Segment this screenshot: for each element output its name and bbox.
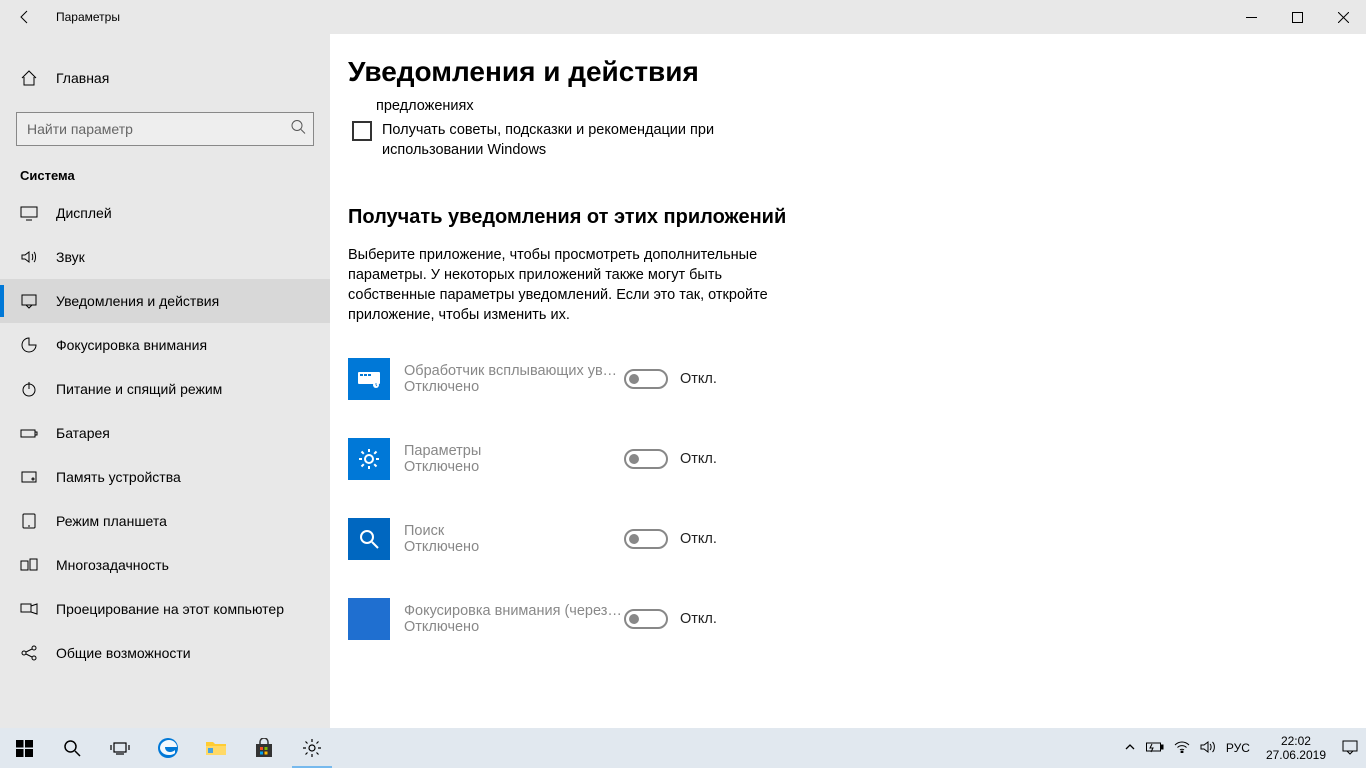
- app-row-popup-handler[interactable]: Обработчик всплывающих увед… Отключено О…: [348, 351, 1366, 407]
- page-title: Уведомления и действия: [348, 56, 1366, 88]
- sidebar-item-label: Многозадачность: [56, 557, 169, 573]
- sound-icon: [20, 248, 38, 266]
- app-name: Поиск: [404, 523, 624, 539]
- app-state: Отключено: [404, 539, 624, 555]
- project-icon: [20, 600, 38, 618]
- app-name: Фокусировка внимания (через…: [404, 603, 624, 619]
- home-label: Главная: [56, 70, 109, 86]
- focus-icon: [20, 336, 38, 354]
- sidebar-item-label: Питание и спящий режим: [56, 381, 222, 397]
- content-pane: Уведомления и действия предложениях Полу…: [330, 34, 1366, 728]
- section-label: Система: [20, 168, 330, 183]
- toggle-label: Откл.: [680, 531, 717, 547]
- multitask-icon: [20, 556, 38, 574]
- maximize-button[interactable]: [1274, 0, 1320, 34]
- sidebar-item-sound[interactable]: Звук: [0, 235, 330, 279]
- home-button[interactable]: Главная: [0, 58, 330, 98]
- checkbox-tips[interactable]: Получать советы, подсказки и рекомендаци…: [352, 120, 1366, 160]
- sidebar-item-display[interactable]: Дисплей: [0, 191, 330, 235]
- tray-language[interactable]: РУС: [1226, 741, 1250, 755]
- app-row-settings[interactable]: Параметры Отключено Откл.: [348, 431, 1366, 487]
- section-heading: Получать уведомления от этих приложений: [348, 206, 1366, 229]
- toggle-switch[interactable]: [624, 369, 668, 389]
- tray-overflow-icon[interactable]: [1124, 741, 1136, 756]
- checkbox-icon[interactable]: [352, 121, 372, 141]
- toggle-switch[interactable]: [624, 609, 668, 629]
- tray-power-icon[interactable]: [1146, 741, 1164, 756]
- sidebar-item-storage[interactable]: Память устройства: [0, 455, 330, 499]
- taskbar: РУС 22:02 27.06.2019: [0, 728, 1366, 768]
- sidebar: Главная Система Дисплей Звук Уведомления…: [0, 34, 330, 728]
- app-icon: [348, 518, 390, 560]
- app-name: Параметры: [404, 443, 624, 459]
- window-buttons: [1228, 0, 1366, 34]
- checkbox-label: Получать советы, подсказки и рекомендаци…: [382, 120, 742, 160]
- shared-icon: [20, 644, 38, 662]
- tray-action-center-icon[interactable]: [1342, 739, 1358, 758]
- tray-date: 27.06.2019: [1266, 748, 1326, 762]
- taskbar-settings[interactable]: [288, 728, 336, 768]
- notifications-icon: [20, 292, 38, 310]
- display-icon: [20, 204, 38, 222]
- sidebar-item-tablet[interactable]: Режим планшета: [0, 499, 330, 543]
- app-icon: [348, 438, 390, 480]
- battery-icon: [20, 424, 38, 442]
- toggle-label: Откл.: [680, 611, 717, 627]
- sidebar-item-power[interactable]: Питание и спящий режим: [0, 367, 330, 411]
- taskbar-store[interactable]: [240, 728, 288, 768]
- start-button[interactable]: [0, 728, 48, 768]
- system-tray: РУС 22:02 27.06.2019: [1124, 728, 1366, 768]
- app-row-search[interactable]: Поиск Отключено Откл.: [348, 511, 1366, 567]
- tray-volume-icon[interactable]: [1200, 740, 1216, 757]
- sidebar-item-shared[interactable]: Общие возможности: [0, 631, 330, 675]
- home-icon: [20, 69, 38, 87]
- sidebar-item-label: Фокусировка внимания: [56, 337, 207, 353]
- sidebar-item-label: Проецирование на этот компьютер: [56, 601, 284, 617]
- toggle-label: Откл.: [680, 451, 717, 467]
- storage-icon: [20, 468, 38, 486]
- sidebar-item-label: Режим планшета: [56, 513, 167, 529]
- taskview-button[interactable]: [96, 728, 144, 768]
- sidebar-item-project[interactable]: Проецирование на этот компьютер: [0, 587, 330, 631]
- sidebar-item-label: Дисплей: [56, 205, 112, 221]
- sidebar-item-label: Память устройства: [56, 469, 181, 485]
- app-state: Отключено: [404, 459, 624, 475]
- truncated-line: предложениях: [376, 96, 736, 116]
- search-button[interactable]: [48, 728, 96, 768]
- toggle-switch[interactable]: [624, 529, 668, 549]
- close-button[interactable]: [1320, 0, 1366, 34]
- app-state: Отключено: [404, 619, 624, 635]
- back-button[interactable]: [14, 6, 36, 28]
- sidebar-item-label: Звук: [56, 249, 85, 265]
- app-icon: [348, 598, 390, 640]
- tray-time: 22:02: [1266, 734, 1326, 748]
- toggle-label: Откл.: [680, 371, 717, 387]
- app-state: Отключено: [404, 379, 624, 395]
- section-description: Выберите приложение, чтобы просмотреть д…: [348, 245, 768, 325]
- tray-clock[interactable]: 22:02 27.06.2019: [1266, 734, 1326, 762]
- sidebar-item-label: Общие возможности: [56, 645, 191, 661]
- taskbar-explorer[interactable]: [192, 728, 240, 768]
- sidebar-item-focus[interactable]: Фокусировка внимания: [0, 323, 330, 367]
- toggle-switch[interactable]: [624, 449, 668, 469]
- taskbar-edge[interactable]: [144, 728, 192, 768]
- tablet-icon: [20, 512, 38, 530]
- search-icon: [290, 119, 306, 140]
- tray-wifi-icon[interactable]: [1174, 741, 1190, 756]
- app-icon: [348, 358, 390, 400]
- window-title: Параметры: [56, 10, 120, 24]
- power-icon: [20, 380, 38, 398]
- app-name: Обработчик всплывающих увед…: [404, 363, 624, 379]
- sidebar-item-multitask[interactable]: Многозадачность: [0, 543, 330, 587]
- sidebar-item-label: Уведомления и действия: [56, 293, 219, 309]
- sidebar-item-label: Батарея: [56, 425, 110, 441]
- sidebar-item-notifications[interactable]: Уведомления и действия: [0, 279, 330, 323]
- minimize-button[interactable]: [1228, 0, 1274, 34]
- sidebar-item-battery[interactable]: Батарея: [0, 411, 330, 455]
- search-box[interactable]: [16, 112, 314, 146]
- titlebar: Параметры: [0, 0, 1366, 34]
- app-row-focus-assist[interactable]: Фокусировка внимания (через… Отключено О…: [348, 591, 1366, 647]
- search-input[interactable]: [16, 112, 314, 146]
